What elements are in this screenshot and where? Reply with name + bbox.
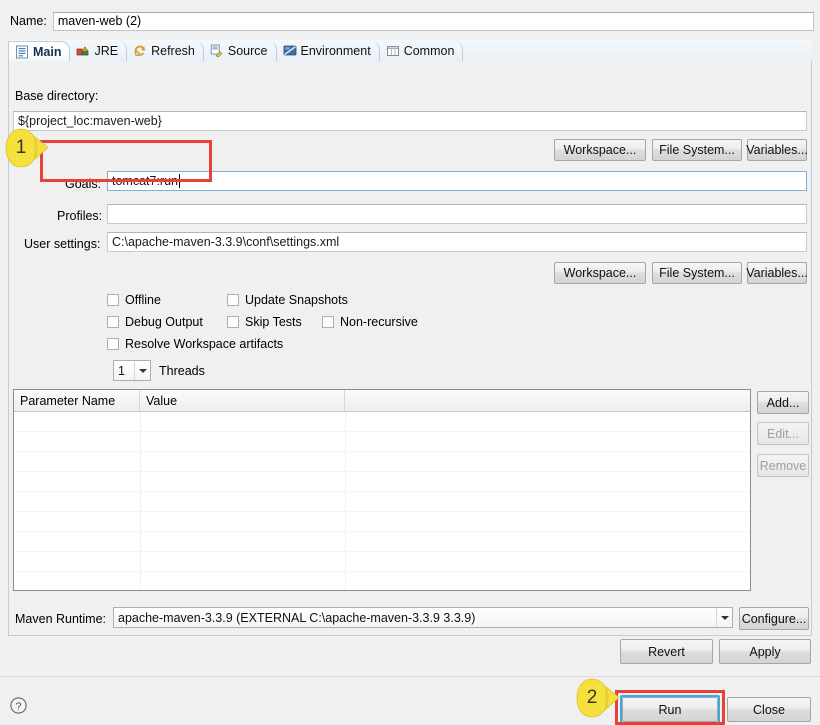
name-input[interactable]: maven-web (2) bbox=[52, 11, 814, 31]
tab-main-label: Main bbox=[33, 44, 62, 59]
tab-source[interactable]: Source bbox=[204, 41, 277, 61]
tab-environment[interactable]: Environment bbox=[277, 41, 380, 61]
name-row: Name: maven-web (2) bbox=[0, 10, 820, 32]
help-icon[interactable]: ? bbox=[10, 697, 27, 714]
svg-text:?: ? bbox=[16, 700, 22, 712]
chevron-down-icon[interactable] bbox=[716, 608, 732, 627]
add-parameter-button[interactable]: Add... bbox=[757, 391, 809, 414]
base-directory-workspace-button[interactable]: Workspace... bbox=[554, 139, 646, 161]
common-tab-icon bbox=[386, 44, 400, 58]
tab-refresh-label: Refresh bbox=[151, 44, 195, 58]
checkbox-resolve-workspace-artifacts-label: Resolve Workspace artifacts bbox=[125, 337, 284, 351]
user-settings-workspace-button[interactable]: Workspace... bbox=[554, 262, 646, 284]
tab-jre[interactable]: JRE bbox=[70, 41, 128, 61]
jre-tab-icon bbox=[76, 44, 90, 58]
edit-parameter-button: Edit... bbox=[757, 422, 809, 445]
checkbox-skip-tests[interactable]: Skip Tests bbox=[227, 315, 302, 329]
goals-input-value: tomcat7:run bbox=[112, 174, 179, 188]
profiles-input[interactable] bbox=[107, 204, 807, 224]
run-configuration-dialog: Name: maven-web (2) Main JRE Refresh Sou… bbox=[0, 0, 820, 725]
parameter-table-col-value[interactable]: Value bbox=[140, 390, 345, 411]
chevron-down-icon[interactable] bbox=[134, 361, 150, 380]
checkbox-offline-label: Offline bbox=[125, 293, 161, 307]
tab-folder: Main JRE Refresh Source Environment Comm… bbox=[8, 40, 812, 636]
goals-input[interactable]: tomcat7:run bbox=[107, 171, 807, 191]
tab-main[interactable]: Main bbox=[8, 41, 71, 62]
checkbox-offline-box[interactable] bbox=[107, 294, 119, 306]
threads-combo-value: 1 bbox=[118, 363, 125, 378]
environment-tab-icon bbox=[283, 44, 297, 58]
checkbox-skip-tests-label: Skip Tests bbox=[245, 315, 302, 329]
parameter-table-rowline bbox=[14, 531, 750, 532]
name-label: Name: bbox=[10, 14, 47, 28]
run-button[interactable]: Run bbox=[622, 697, 718, 722]
tab-common[interactable]: Common bbox=[380, 41, 464, 61]
threads-label: Threads bbox=[159, 364, 205, 378]
user-settings-file-system-button[interactable]: File System... bbox=[652, 262, 742, 284]
source-tab-icon bbox=[210, 44, 224, 58]
annotation-badge-1-number: 1 bbox=[15, 137, 27, 158]
tab-jre-label: JRE bbox=[94, 44, 119, 58]
threads-combo[interactable]: 1 bbox=[113, 360, 151, 381]
tab-bar: Main JRE Refresh Source Environment Comm… bbox=[8, 40, 812, 62]
tab-common-label: Common bbox=[403, 44, 455, 58]
parameter-table-rowline bbox=[14, 451, 750, 452]
main-tab-icon bbox=[15, 45, 29, 59]
maven-runtime-combo[interactable]: apache-maven-3.3.9 (EXTERNAL C:\apache-m… bbox=[113, 607, 733, 628]
base-directory-label: Base directory: bbox=[15, 89, 99, 103]
apply-button[interactable]: Apply bbox=[719, 639, 811, 664]
parameter-table-rowline bbox=[14, 491, 750, 492]
maven-runtime-value: apache-maven-3.3.9 (EXTERNAL C:\apache-m… bbox=[118, 610, 476, 625]
checkbox-non-recursive[interactable]: Non-recursive bbox=[322, 315, 418, 329]
parameter-table-rowline bbox=[14, 511, 750, 512]
parameter-table-gridline bbox=[140, 412, 141, 590]
goals-label: Goals: bbox=[65, 177, 102, 191]
checkbox-update-snapshots-label: Update Snapshots bbox=[245, 293, 348, 307]
parameter-table-body[interactable] bbox=[14, 412, 750, 590]
parameter-table-gridline bbox=[345, 412, 346, 590]
base-directory-file-system-button[interactable]: File System... bbox=[652, 139, 742, 161]
parameter-table-col-filler bbox=[345, 390, 749, 411]
parameter-table-rowline bbox=[14, 431, 750, 432]
profiles-label: Profiles: bbox=[57, 209, 103, 223]
revert-button[interactable]: Revert bbox=[620, 639, 713, 664]
configure-maven-runtime-button[interactable]: Configure... bbox=[739, 607, 809, 630]
user-settings-variables-button[interactable]: Variables... bbox=[746, 262, 808, 284]
text-caret bbox=[179, 174, 181, 188]
checkbox-update-snapshots-box[interactable] bbox=[227, 294, 239, 306]
main-tab-panel: Base directory: ${project_loc:maven-web}… bbox=[8, 61, 812, 636]
parameter-table-header: Parameter Name Value bbox=[14, 390, 750, 412]
annotation-badge-1: 1 bbox=[4, 126, 50, 170]
user-settings-label: User settings: bbox=[24, 237, 101, 251]
checkbox-resolve-workspace-artifacts-box[interactable] bbox=[107, 338, 119, 350]
maven-runtime-label: Maven Runtime: bbox=[15, 612, 107, 626]
checkbox-non-recursive-box[interactable] bbox=[322, 316, 334, 328]
parameter-table-rowline bbox=[14, 571, 750, 572]
close-button[interactable]: Close bbox=[727, 697, 811, 722]
annotation-badge-2-number: 2 bbox=[586, 687, 598, 708]
checkbox-debug-output-label: Debug Output bbox=[125, 315, 203, 329]
annotation-badge-2: 2 bbox=[575, 676, 621, 720]
tab-refresh[interactable]: Refresh bbox=[127, 41, 204, 61]
base-directory-input[interactable]: ${project_loc:maven-web} bbox=[13, 111, 807, 131]
parameter-table-rowline bbox=[14, 551, 750, 552]
tab-environment-label: Environment bbox=[300, 44, 371, 58]
tab-source-label: Source bbox=[227, 44, 268, 58]
base-directory-variables-button[interactable]: Variables... bbox=[746, 139, 808, 161]
checkbox-debug-output-box[interactable] bbox=[107, 316, 119, 328]
parameter-table-col-parameter-name[interactable]: Parameter Name bbox=[14, 390, 140, 411]
user-settings-input[interactable]: C:\apache-maven-3.3.9\conf\settings.xml bbox=[107, 232, 807, 252]
checkbox-non-recursive-label: Non-recursive bbox=[340, 315, 418, 329]
footer-separator bbox=[0, 676, 820, 677]
checkbox-offline[interactable]: Offline bbox=[107, 293, 161, 307]
parameter-table-rowline bbox=[14, 471, 750, 472]
remove-parameter-button: Remove bbox=[757, 454, 809, 477]
checkbox-debug-output[interactable]: Debug Output bbox=[107, 315, 203, 329]
checkbox-resolve-workspace-artifacts[interactable]: Resolve Workspace artifacts bbox=[107, 337, 283, 351]
parameter-table[interactable]: Parameter Name Value bbox=[13, 389, 751, 591]
refresh-tab-icon bbox=[133, 44, 147, 58]
checkbox-skip-tests-box[interactable] bbox=[227, 316, 239, 328]
checkbox-update-snapshots[interactable]: Update Snapshots bbox=[227, 293, 348, 307]
